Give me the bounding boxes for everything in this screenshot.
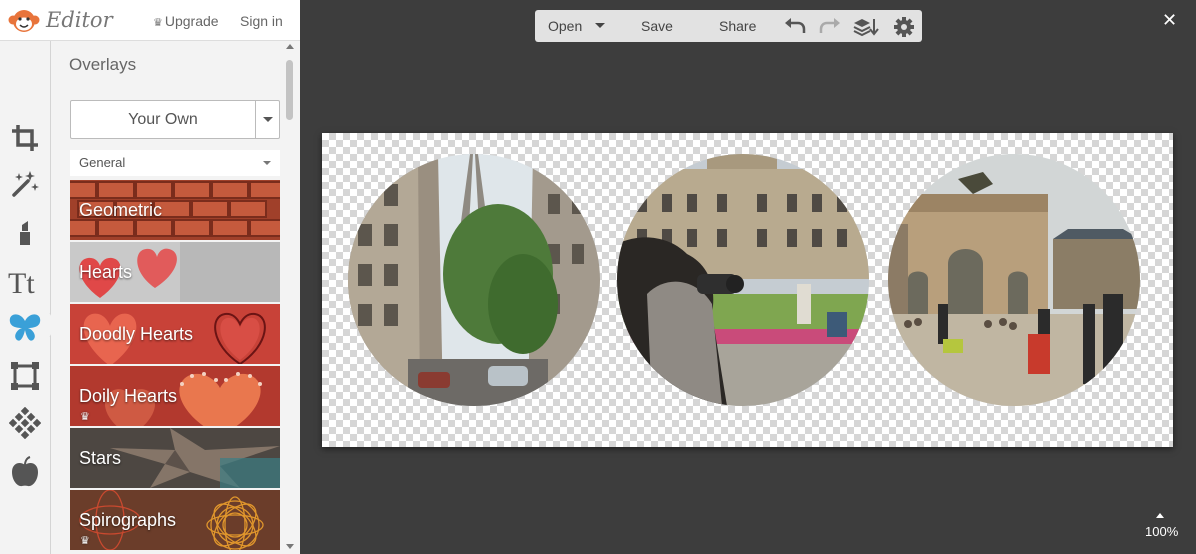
tool-sidebar: Tt [0, 41, 50, 554]
premium-crown-icon: ♛ [80, 411, 90, 423]
crop-icon [12, 125, 38, 151]
zoom-expand-icon[interactable] [1156, 513, 1164, 518]
layers-button[interactable] [853, 16, 879, 37]
overlay-item-doodly-hearts[interactable]: Doodly Hearts [70, 304, 280, 364]
photo-palace-garden [617, 154, 869, 406]
app-title: Editor [46, 8, 113, 32]
frames-tool-button[interactable] [6, 357, 44, 395]
sign-in-link[interactable]: Sign in [240, 13, 283, 29]
edit-toolbar: Open Save Share [535, 10, 922, 42]
butterfly-icon [9, 314, 41, 341]
lipstick-icon [20, 221, 30, 245]
overlays-tool-button[interactable] [6, 309, 44, 347]
overlay-item-label: Doodly Hearts [79, 324, 194, 344]
scroll-up-arrow-icon[interactable] [286, 44, 294, 49]
scroll-down-arrow-icon[interactable] [286, 544, 294, 549]
texture-diamond-icon [9, 407, 41, 439]
themes-tool-button[interactable] [6, 453, 44, 491]
category-select-value: General [79, 155, 126, 170]
overlay-list: Geometric Hearts Doodly Hearts Doily Hea… [70, 180, 280, 554]
open-dropdown-button[interactable] [595, 10, 605, 42]
undo-icon [785, 18, 806, 33]
touch-up-tool-button[interactable] [6, 213, 44, 251]
layers-down-icon [853, 19, 879, 37]
upgrade-link[interactable]: ♛ Upgrade [153, 13, 219, 29]
text-tool-button[interactable]: Tt [6, 262, 44, 300]
frame-icon [11, 362, 39, 390]
close-icon[interactable]: ✕ [1162, 10, 1177, 31]
overlay-item-hearts[interactable]: Hearts [70, 242, 280, 302]
left-panel: Editor ♛ Upgrade Sign in Tt Overlays You… [0, 0, 300, 554]
overlay-item-label: Hearts [79, 262, 133, 282]
upgrade-label: Upgrade [164, 13, 219, 29]
undo-button[interactable] [784, 16, 806, 36]
category-select[interactable]: General [70, 150, 280, 176]
magic-wand-icon [12, 171, 39, 197]
overlay-item-spirographs[interactable]: Spirographs ♛ [70, 490, 280, 550]
zoom-level[interactable]: 100% [1145, 524, 1178, 539]
overlay-item-geometric[interactable]: Geometric [70, 180, 280, 240]
scrollbar-thumb[interactable] [286, 60, 293, 120]
effects-tool-button[interactable] [6, 165, 44, 203]
overlays-sidebar: Overlays Your Own General Geometric Hear… [51, 41, 300, 554]
top-bar: Editor ♛ Upgrade Sign in [0, 0, 300, 41]
chevron-down-icon [595, 23, 605, 28]
photo-eiffel-street [348, 154, 600, 406]
redo-button[interactable] [819, 16, 841, 36]
crown-icon: ♛ [153, 17, 163, 29]
chevron-down-icon [262, 117, 273, 122]
image-canvas[interactable] [322, 133, 1173, 447]
your-own-dropdown-button[interactable] [255, 100, 280, 139]
text-icon: Tt [8, 267, 35, 296]
premium-crown-icon: ♛ [80, 535, 90, 547]
overlay-item-stars[interactable]: Stars [70, 428, 280, 488]
overlay-item-label: Stars [79, 448, 122, 468]
crop-tool-button[interactable] [6, 119, 44, 157]
editor-workspace: Open Save Share ✕ 100% [300, 0, 1196, 554]
overlay-item-label: Doily Hearts [79, 386, 178, 406]
your-own-button[interactable]: Your Own [70, 100, 256, 139]
settings-button[interactable] [894, 16, 914, 37]
select-arrow-icon [263, 161, 271, 165]
overlay-item-label: Spirographs [79, 510, 177, 530]
textures-tool-button[interactable] [6, 404, 44, 442]
svg-text:Tt: Tt [8, 267, 35, 296]
share-button[interactable]: Share [719, 10, 756, 42]
photo-arc-carrousel [888, 154, 1140, 406]
overlay-item-label: Geometric [79, 200, 163, 220]
monkey-logo-icon[interactable] [8, 8, 40, 34]
apple-icon [12, 456, 38, 487]
gear-icon [894, 17, 914, 37]
overlay-item-doily-hearts[interactable]: Doily Hearts ♛ [70, 366, 280, 426]
redo-icon [819, 18, 840, 33]
sidebar-title: Overlays [69, 55, 137, 74]
save-button[interactable]: Save [641, 10, 673, 42]
open-button[interactable]: Open [548, 10, 582, 42]
